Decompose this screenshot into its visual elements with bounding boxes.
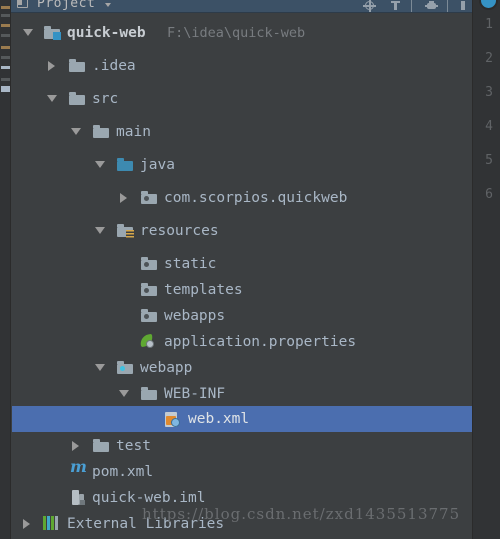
expand-arrow-icon[interactable] [71, 128, 81, 135]
folder-icon [93, 438, 110, 453]
tree-node-label: application.properties [164, 333, 357, 350]
editor-line-number-gutter: 1 2 3 4 5 6 [472, 0, 500, 539]
watermark-text: https://blog.csdn.net/zxd1435513775 [142, 505, 461, 523]
spring-properties-file-icon [138, 333, 156, 349]
web-xml-file-icon [164, 411, 181, 427]
user-avatar-badge[interactable] [479, 0, 498, 10]
tree-row-java[interactable]: java [12, 151, 472, 178]
expand-arrow-icon[interactable] [119, 390, 129, 397]
external-libraries-icon [43, 516, 60, 531]
settings-gear-icon[interactable] [425, 0, 438, 12]
expand-arrow-icon[interactable] [120, 193, 127, 203]
tree-row-webapp[interactable]: webapp [12, 354, 472, 381]
folder-icon [141, 386, 158, 401]
folder-icon [69, 58, 86, 73]
hide-tool-window-icon[interactable] [457, 0, 470, 12]
tree-row-application-properties[interactable]: application.properties [12, 328, 472, 355]
line-number: 2 [485, 51, 493, 66]
package-icon [141, 190, 158, 205]
tree-node-label: main [116, 123, 151, 140]
line-number: 3 [485, 85, 493, 100]
folder-icon [93, 124, 110, 139]
iml-module-file-icon [71, 490, 88, 505]
tree-node-label: webapp [140, 359, 193, 376]
tree-row-resources[interactable]: resources [12, 217, 472, 244]
tree-node-label: web.xml [188, 411, 250, 427]
tree-row-src[interactable]: src [12, 85, 472, 112]
chevron-down-icon[interactable] [105, 3, 111, 7]
tree-row-idea[interactable]: .idea [12, 52, 472, 79]
expand-arrow-icon[interactable] [95, 161, 105, 168]
web-root-folder-icon [117, 360, 134, 375]
tree-row-package[interactable]: com.scorpios.quickweb [12, 184, 472, 211]
package-icon [141, 282, 158, 297]
maven-pom-file-icon: m [70, 457, 87, 476]
collapse-all-icon[interactable] [389, 0, 402, 12]
expand-arrow-icon[interactable] [23, 29, 33, 36]
project-tree[interactable]: quick-web F:\idea\quick-web .idea src ma… [12, 13, 472, 539]
tree-node-label: java [140, 156, 175, 173]
tree-node-label: .idea [92, 57, 136, 74]
idea-project-tool-window: Project 1 2 3 4 5 6 quick-web F:\idea\qu… [0, 0, 500, 539]
tree-row-test[interactable]: test [12, 432, 472, 459]
tree-node-label: templates [164, 281, 243, 298]
line-number: 6 [485, 187, 493, 202]
tree-row-webapps[interactable]: webapps [12, 302, 472, 329]
tree-node-label: resources [140, 222, 219, 239]
expand-arrow-icon[interactable] [95, 227, 105, 234]
line-number: 1 [485, 17, 493, 32]
tree-row-templates[interactable]: templates [12, 276, 472, 303]
sources-root-folder-icon [117, 157, 134, 172]
line-number: 5 [485, 153, 493, 168]
tool-window-header[interactable]: Project [11, 0, 472, 13]
adjacent-tool-window-sliver [0, 0, 11, 539]
tree-row-quick-web[interactable]: quick-web F:\idea\quick-web [12, 19, 472, 46]
module-path-label: F:\idea\quick-web [167, 24, 306, 41]
locate-target-icon[interactable] [363, 0, 376, 12]
expand-arrow-icon[interactable] [95, 364, 105, 371]
package-icon [141, 256, 158, 271]
tree-node-label: WEB-INF [164, 385, 226, 402]
expand-arrow-icon[interactable] [23, 519, 30, 529]
expand-arrow-icon[interactable] [47, 95, 57, 102]
tree-row-main[interactable]: main [12, 118, 472, 145]
folder-icon [69, 91, 86, 106]
expand-arrow-icon[interactable] [48, 61, 55, 71]
toolbar-separator [411, 0, 412, 12]
tool-window-title: Project [37, 0, 96, 11]
tree-node-label: src [92, 90, 119, 107]
tree-node-label: static [164, 255, 217, 272]
tree-node-label: quick-web [67, 24, 146, 41]
tree-node-label: webapps [164, 307, 226, 324]
tree-node-label: test [116, 437, 151, 454]
toolbar-separator-2 [447, 0, 448, 12]
expand-arrow-icon[interactable] [72, 441, 79, 451]
tree-node-label: pom.xml [92, 463, 154, 480]
package-icon [141, 308, 158, 323]
resources-root-folder-icon [117, 223, 134, 238]
module-folder-icon [44, 25, 61, 40]
tree-node-label: com.scorpios.quickweb [164, 189, 348, 206]
tree-row-pom-xml[interactable]: m pom.xml [12, 457, 472, 485]
line-number: 4 [485, 119, 493, 134]
tree-row-web-xml[interactable]: web.xml [12, 406, 472, 432]
tree-row-static[interactable]: static [12, 250, 472, 277]
tree-node-label: quick-web.iml [92, 489, 206, 506]
project-tool-window-icon [17, 0, 28, 8]
tree-row-web-inf[interactable]: WEB-INF [12, 380, 472, 407]
